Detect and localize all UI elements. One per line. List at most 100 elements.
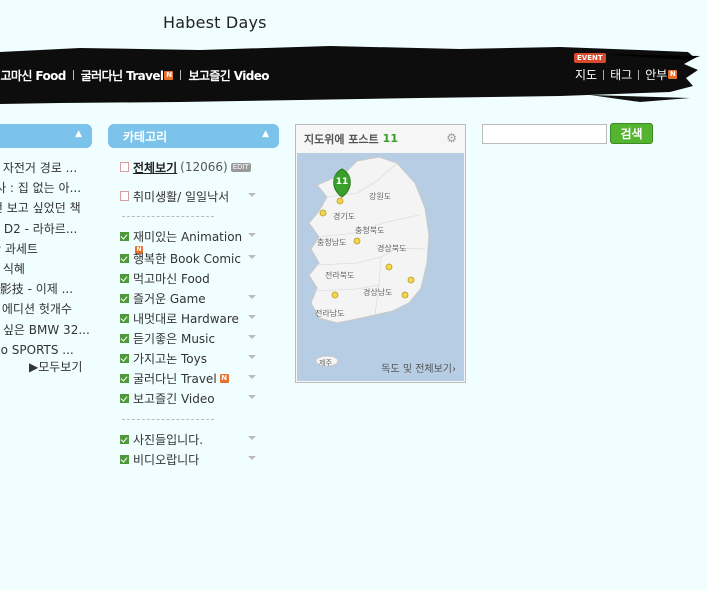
- checkbox-icon: [120, 353, 129, 363]
- category-item[interactable]: 비디오랍니다: [120, 449, 260, 469]
- category-item[interactable]: 먹고마신 Food: [120, 268, 260, 288]
- category-item[interactable]: 보고즐긴 Video: [120, 388, 260, 408]
- nav-divider: [180, 70, 182, 80]
- checkbox-icon: [120, 293, 129, 303]
- category-label: 취미생활/ 일일낙서: [133, 189, 230, 204]
- category-item[interactable]: 가지고논 Toys: [120, 348, 260, 368]
- list-item[interactable]: 갖고 싶은 BMW 32...: [0, 320, 90, 340]
- list-item[interactable]: 작품 : 影技 - 이제 ...: [0, 279, 90, 299]
- recent-posts-list: 내 자전거 경로 ... 한국사 : 집 없는 아... 꼭 한번 보고 싶었던…: [0, 158, 90, 360]
- category-label: 굴러다닌 Travel: [133, 371, 217, 386]
- region-label: 강원도: [369, 191, 391, 201]
- checkbox-icon: [120, 231, 129, 241]
- nav-right: 지도 태그 안부 N: [575, 66, 678, 83]
- folder-icon: [120, 191, 129, 201]
- category-item[interactable]: 듣기좋은 Music: [120, 328, 260, 348]
- category-label: 먹고마신 Food: [133, 271, 210, 286]
- list-item[interactable]: 내 자전거 경로 ...: [0, 158, 90, 178]
- expand-arrow-icon[interactable]: [248, 233, 256, 237]
- category-all-label[interactable]: 전체보기: [133, 159, 177, 176]
- map-widget: 지도위에 포스트 11 ⚙ 11 강원도 경기도 충청북도 충청남도 경상북도 …: [295, 124, 466, 383]
- map-view-all-link[interactable]: 독도 및 전체보기›: [381, 360, 456, 375]
- category-label: 행복한 Book Comic: [133, 251, 241, 266]
- category-label: 가지고논 Toys: [133, 351, 207, 366]
- category-item[interactable]: 내멋대로 Hardware: [120, 308, 260, 328]
- blog-title[interactable]: Habest Days: [163, 13, 267, 32]
- list-item[interactable]: 한 과세트: [0, 239, 90, 259]
- expand-arrow-icon[interactable]: [248, 395, 256, 399]
- category-label: 사진들입니다.: [133, 432, 204, 447]
- edit-badge[interactable]: EDIT: [230, 162, 251, 172]
- nav-item-travel[interactable]: 굴러다닌 Travel N: [81, 67, 174, 84]
- expand-arrow-icon[interactable]: [248, 375, 256, 379]
- region-label: 충청북도: [355, 226, 384, 235]
- search-button[interactable]: 검색: [610, 123, 653, 144]
- nav-item-food[interactable]: 먹고마신 Food: [0, 67, 66, 84]
- divider: [122, 419, 214, 420]
- list-item[interactable]: do SPORTS ...: [0, 340, 90, 360]
- event-badge: EVENT: [574, 53, 606, 63]
- expand-arrow-icon[interactable]: [248, 315, 256, 319]
- list-item[interactable]: 의 식혜: [0, 259, 90, 279]
- region-label: 경기도: [333, 211, 355, 221]
- map-title: 지도위에 포스트: [304, 132, 379, 146]
- recent-posts-header[interactable]: ▲: [0, 124, 92, 148]
- collapse-icon[interactable]: ▲: [75, 129, 82, 139]
- divider: [122, 216, 214, 217]
- checkbox-icon: [120, 393, 129, 403]
- category-title: 카테고리: [123, 129, 168, 144]
- checkbox-icon: [120, 373, 129, 383]
- region-label: 제주: [319, 359, 332, 367]
- list-item[interactable]: 한정 에디션 헛개수: [0, 299, 90, 319]
- checkbox-icon: [120, 313, 129, 323]
- category-all[interactable]: 전체보기 (12066) EDIT: [120, 157, 260, 177]
- expand-arrow-icon[interactable]: [248, 255, 256, 259]
- map-pin-label: 11: [336, 177, 349, 187]
- list-item[interactable]: 니콘 D2 - 라하르...: [0, 219, 90, 239]
- region-label: 충청남도: [317, 238, 346, 247]
- nav-link-tag[interactable]: 태그: [610, 66, 632, 83]
- nav-divider: [638, 69, 640, 80]
- category-label: 내멋대로 Hardware: [133, 311, 239, 326]
- nav-item-label: 굴러다닌 Travel: [80, 68, 164, 83]
- korea-map[interactable]: 11 강원도 경기도 충청북도 충청남도 경상북도 전라북도 경상남도 전라남도…: [297, 153, 464, 381]
- category-item[interactable]: 재미있는 Animation: [120, 226, 260, 246]
- nav-item-label: 보고즐긴 Video: [188, 68, 269, 83]
- category-item[interactable]: 굴러다닌 Travel N: [120, 368, 260, 388]
- map-post-count: 11: [382, 132, 398, 145]
- category-item[interactable]: 사진들입니다.: [120, 429, 260, 449]
- region-label: 경상남도: [363, 287, 392, 297]
- category-all-count: (12066): [180, 160, 228, 174]
- collapse-icon[interactable]: ▲: [262, 129, 269, 139]
- list-item[interactable]: 꼭 한번 보고 싶었던 책: [0, 198, 90, 218]
- expand-arrow-icon[interactable]: [248, 335, 256, 339]
- expand-arrow-icon[interactable]: [248, 295, 256, 299]
- category-label: 비디오랍니다: [133, 452, 200, 467]
- checkbox-icon: [120, 253, 129, 263]
- view-all-link[interactable]: ▶모두보기: [29, 358, 82, 375]
- expand-arrow-icon[interactable]: [248, 436, 256, 440]
- expand-arrow-icon[interactable]: [248, 456, 256, 460]
- search-input[interactable]: [482, 124, 607, 144]
- nav-divider: [603, 69, 605, 80]
- expand-arrow-icon[interactable]: [248, 355, 256, 359]
- gear-icon[interactable]: ⚙: [446, 131, 457, 145]
- nav-link-map[interactable]: 지도: [575, 66, 597, 83]
- category-label: 보고즐긴 Video: [133, 391, 215, 406]
- checkbox-icon: [120, 273, 129, 283]
- region-label: 전라북도: [325, 270, 354, 280]
- category-list: 전체보기 (12066) EDIT 취미생활/ 일일낙서 재미있는 Animat…: [120, 157, 260, 469]
- region-label: 경상북도: [377, 243, 406, 253]
- category-item[interactable]: 즐거운 Game: [120, 288, 260, 308]
- nav-link-guestbook[interactable]: 안부: [645, 66, 667, 83]
- region-label: 전라남도: [315, 308, 344, 318]
- expand-arrow-icon[interactable]: [248, 193, 256, 197]
- category-item[interactable]: 취미생활/ 일일낙서: [120, 186, 260, 206]
- list-item[interactable]: 한국사 : 집 없는 아...: [0, 178, 90, 198]
- map-header: 지도위에 포스트 11: [296, 125, 465, 152]
- new-badge: N: [668, 70, 678, 79]
- checkbox-icon: [120, 454, 129, 464]
- nav-item-video[interactable]: 보고즐긴 Video: [188, 67, 269, 84]
- category-item[interactable]: 행복한 Book Comic: [120, 248, 260, 268]
- category-header[interactable]: 카테고리 ▲: [108, 124, 279, 148]
